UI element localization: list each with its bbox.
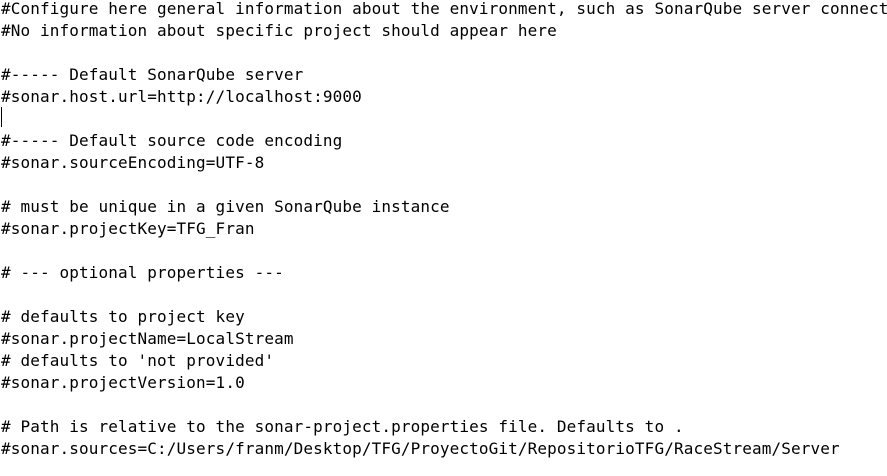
editor-line-19[interactable] xyxy=(1,394,887,416)
editor-line-6[interactable] xyxy=(1,108,887,130)
editor-line-8[interactable]: #sonar.sourceEncoding=UTF-8 xyxy=(1,152,887,174)
editor-line-9[interactable] xyxy=(1,174,887,196)
editor-line-11[interactable]: #sonar.projectKey=TFG_Fran xyxy=(1,218,887,240)
editor-line-17[interactable]: # defaults to 'not provided' xyxy=(1,350,887,372)
editor-line-21[interactable]: #sonar.sources=C:/Users/franm/Desktop/TF… xyxy=(1,438,887,460)
editor-line-14[interactable] xyxy=(1,284,887,306)
editor-line-1[interactable]: #Configure here general information abou… xyxy=(1,0,887,20)
editor-line-13[interactable]: # --- optional properties --- xyxy=(1,262,887,284)
editor-line-4[interactable]: #----- Default SonarQube server xyxy=(1,64,887,86)
editor-line-2[interactable]: #No information about specific project s… xyxy=(1,20,887,42)
editor-line-16[interactable]: #sonar.projectName=LocalStream xyxy=(1,328,887,350)
editor-line-10[interactable]: # must be unique in a given SonarQube in… xyxy=(1,196,887,218)
editor-lines: #Configure here general information abou… xyxy=(1,0,887,460)
text-caret xyxy=(1,107,2,127)
text-editor[interactable]: #Configure here general information abou… xyxy=(0,0,887,476)
editor-line-12[interactable] xyxy=(1,240,887,262)
editor-line-7[interactable]: #----- Default source code encoding xyxy=(1,130,887,152)
editor-line-5[interactable]: #sonar.host.url=http://localhost:9000 xyxy=(1,86,887,108)
editor-line-18[interactable]: #sonar.projectVersion=1.0 xyxy=(1,372,887,394)
editor-line-3[interactable] xyxy=(1,42,887,64)
editor-line-20[interactable]: # Path is relative to the sonar-project.… xyxy=(1,416,887,438)
editor-line-15[interactable]: # defaults to project key xyxy=(1,306,887,328)
